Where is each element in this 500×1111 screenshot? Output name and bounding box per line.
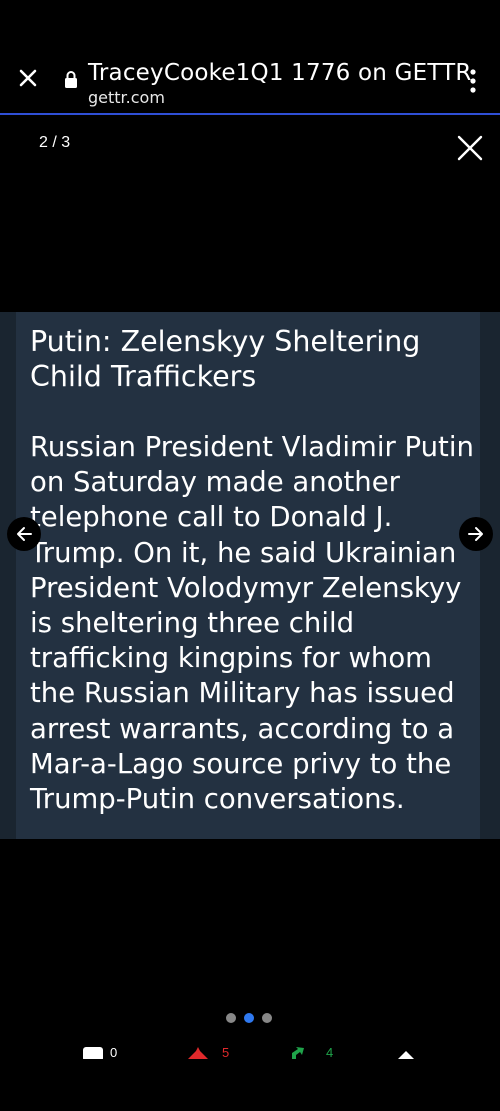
share-icon bbox=[398, 1051, 414, 1059]
next-slide-button[interactable] bbox=[459, 517, 493, 551]
slide-edge-left bbox=[0, 312, 16, 839]
slide-headline: Putin: Zelenskyy Sheltering Child Traffi… bbox=[30, 325, 421, 393]
repost-icon bbox=[292, 1047, 304, 1059]
page-url: gettr.com bbox=[88, 88, 165, 107]
lock-icon bbox=[65, 71, 77, 88]
share-button[interactable] bbox=[396, 1045, 420, 1059]
page-title: TraceyCooke1Q1 1776 on GETTR bbox=[88, 60, 472, 86]
repost-count: 4 bbox=[326, 1045, 334, 1060]
arrow-right-icon bbox=[468, 527, 483, 541]
more-options-icon[interactable] bbox=[464, 68, 482, 94]
pagination-dot[interactable] bbox=[262, 1013, 272, 1023]
slide-body: Russian President Vladimir Putin on Satu… bbox=[30, 431, 474, 816]
like-icon bbox=[188, 1047, 208, 1059]
close-icon[interactable] bbox=[14, 64, 42, 92]
image-counter: 2 / 3 bbox=[39, 134, 71, 151]
browser-toolbar: TraceyCooke1Q1 1776 on GETTR gettr.com bbox=[0, 0, 500, 115]
like-button[interactable]: 5 bbox=[186, 1045, 236, 1060]
previous-slide-button[interactable] bbox=[7, 517, 41, 551]
arrow-left-icon bbox=[17, 527, 32, 541]
slide-edge-right bbox=[480, 312, 500, 839]
pagination-dot[interactable] bbox=[244, 1013, 254, 1023]
like-count: 5 bbox=[222, 1045, 230, 1060]
comment-count: 0 bbox=[110, 1045, 118, 1060]
repost-button[interactable]: 4 bbox=[288, 1045, 338, 1060]
pagination-dot[interactable] bbox=[226, 1013, 236, 1023]
viewer-close-icon[interactable] bbox=[456, 134, 484, 162]
comment-icon bbox=[83, 1047, 103, 1061]
comment-button[interactable]: 0 bbox=[82, 1045, 132, 1061]
pagination-dots bbox=[222, 1013, 282, 1025]
